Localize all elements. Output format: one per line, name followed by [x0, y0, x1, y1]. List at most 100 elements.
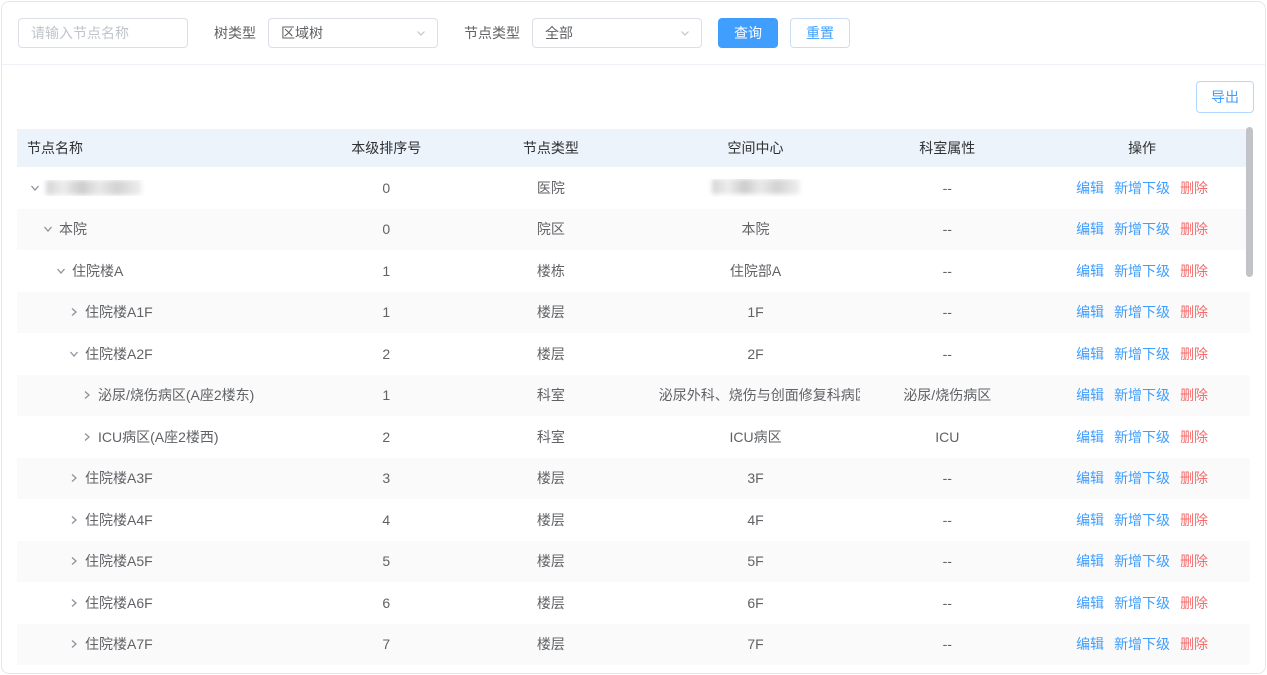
node-name-search-input[interactable] [18, 18, 188, 48]
delete-link[interactable]: 删除 [1180, 261, 1208, 281]
row-actions: 编辑 新增下级 删除 [1076, 551, 1208, 571]
row-actions: 编辑 新增下级 删除 [1076, 427, 1208, 447]
node-type-cell: 楼栋 [451, 261, 651, 281]
expand-caret-icon[interactable] [66, 512, 82, 528]
add-child-link[interactable]: 新增下级 [1114, 219, 1170, 239]
table-row: 住院楼A3F 3 楼层 3F -- 编辑 新增下级 删除 [17, 458, 1250, 500]
delete-link[interactable]: 删除 [1180, 302, 1208, 322]
edit-link[interactable]: 编辑 [1076, 178, 1104, 198]
node-name-cell: 住院楼A3F [25, 468, 314, 488]
expand-caret-icon[interactable] [40, 221, 56, 237]
edit-link[interactable]: 编辑 [1076, 510, 1104, 530]
expand-caret-icon[interactable] [53, 263, 69, 279]
search-button[interactable]: 查询 [718, 18, 778, 48]
delete-link[interactable]: 删除 [1180, 634, 1208, 654]
add-child-link[interactable]: 新增下级 [1114, 510, 1170, 530]
expand-caret-icon[interactable] [79, 387, 95, 403]
edit-link[interactable]: 编辑 [1076, 261, 1104, 281]
table-row: 住院楼A5F 5 楼层 5F -- 编辑 新增下级 删除 [17, 541, 1250, 583]
column-header-node-type: 节点类型 [451, 138, 651, 158]
table-row: 住院楼A 1 楼栋 住院部A -- 编辑 新增下级 删除 [17, 250, 1250, 292]
space-center-cell: 本院 [651, 219, 861, 239]
node-type-cell: 楼层 [451, 468, 651, 488]
dept-attr-cell: -- [860, 346, 1034, 362]
edit-link[interactable]: 编辑 [1076, 302, 1104, 322]
space-center-cell [651, 179, 861, 197]
export-button[interactable]: 导出 [1196, 81, 1254, 113]
delete-link[interactable]: 删除 [1180, 219, 1208, 239]
dept-attr-cell: -- [860, 553, 1034, 569]
delete-link[interactable]: 删除 [1180, 178, 1208, 198]
add-child-link[interactable]: 新增下级 [1114, 344, 1170, 364]
edit-link[interactable]: 编辑 [1076, 468, 1104, 488]
node-type-cell: 楼层 [451, 593, 651, 613]
edit-link[interactable]: 编辑 [1076, 219, 1104, 239]
delete-link[interactable]: 删除 [1180, 510, 1208, 530]
node-name-text: 泌尿/烧伤病区(A座2楼东) [98, 385, 254, 405]
edit-link[interactable]: 编辑 [1076, 593, 1104, 613]
vertical-scrollbar-thumb[interactable] [1246, 127, 1253, 277]
node-name-text: 住院楼A5F [85, 551, 153, 571]
node-name-text: 本院 [59, 219, 87, 239]
add-child-link[interactable]: 新增下级 [1114, 302, 1170, 322]
node-name-text: 住院楼A [72, 261, 123, 281]
node-name-cell: 住院楼A4F [25, 510, 314, 530]
expand-caret-icon[interactable] [66, 470, 82, 486]
sort-no-cell: 7 [322, 636, 451, 652]
tree-type-select[interactable]: 区域树 [268, 18, 438, 48]
node-name-text: 住院楼A6F [85, 593, 153, 613]
node-name-text: 住院楼A7F [85, 634, 153, 654]
delete-link[interactable]: 删除 [1180, 468, 1208, 488]
expand-caret-icon[interactable] [66, 553, 82, 569]
sort-no-cell: 2 [322, 346, 451, 362]
space-center-cell: 6F [651, 595, 861, 611]
space-center-cell: 2F [651, 346, 861, 362]
expand-caret-icon[interactable] [27, 180, 43, 196]
add-child-link[interactable]: 新增下级 [1114, 551, 1170, 571]
node-name-cell: 本院 [25, 219, 314, 239]
sort-no-cell: 0 [322, 221, 451, 237]
edit-link[interactable]: 编辑 [1076, 427, 1104, 447]
dept-attr-cell: -- [860, 512, 1034, 528]
column-header-space-center: 空间中心 [651, 138, 861, 158]
delete-link[interactable]: 删除 [1180, 551, 1208, 571]
expand-caret-icon[interactable] [66, 346, 82, 362]
redacted-node-name [46, 180, 142, 195]
dept-attr-cell: -- [860, 304, 1034, 320]
edit-link[interactable]: 编辑 [1076, 344, 1104, 364]
edit-link[interactable]: 编辑 [1076, 551, 1104, 571]
delete-link[interactable]: 删除 [1180, 344, 1208, 364]
add-child-link[interactable]: 新增下级 [1114, 385, 1170, 405]
expand-caret-icon[interactable] [79, 429, 95, 445]
table-header-row: 节点名称 本级排序号 节点类型 空间中心 科室属性 操作 [17, 129, 1250, 167]
row-actions: 编辑 新增下级 删除 [1076, 344, 1208, 364]
node-tree-table: 节点名称 本级排序号 节点类型 空间中心 科室属性 操作 0 医院 -- 编辑 … [17, 129, 1250, 665]
edit-link[interactable]: 编辑 [1076, 634, 1104, 654]
filter-bar: 树类型 区域树 节点类型 全部 查询 重置 [2, 2, 1265, 65]
node-type-cell: 医院 [451, 178, 651, 198]
redacted-space-center [712, 179, 800, 194]
expand-caret-icon[interactable] [66, 595, 82, 611]
add-child-link[interactable]: 新增下级 [1114, 178, 1170, 198]
dept-attr-cell: 泌尿/烧伤病区 [860, 385, 1034, 405]
delete-link[interactable]: 删除 [1180, 427, 1208, 447]
reset-button[interactable]: 重置 [790, 18, 850, 48]
delete-link[interactable]: 删除 [1180, 385, 1208, 405]
edit-link[interactable]: 编辑 [1076, 385, 1104, 405]
add-child-link[interactable]: 新增下级 [1114, 634, 1170, 654]
expand-caret-icon[interactable] [66, 304, 82, 320]
node-type-cell: 院区 [451, 219, 651, 239]
add-child-link[interactable]: 新增下级 [1114, 593, 1170, 613]
chevron-down-icon [415, 27, 427, 39]
node-type-cell: 科室 [451, 427, 651, 447]
add-child-link[interactable]: 新增下级 [1114, 427, 1170, 447]
delete-link[interactable]: 删除 [1180, 593, 1208, 613]
expand-caret-icon[interactable] [66, 636, 82, 652]
sort-no-cell: 1 [322, 304, 451, 320]
sort-no-cell: 1 [322, 387, 451, 403]
add-child-link[interactable]: 新增下级 [1114, 468, 1170, 488]
add-child-link[interactable]: 新增下级 [1114, 261, 1170, 281]
node-type-select[interactable]: 全部 [532, 18, 702, 48]
row-actions: 编辑 新增下级 删除 [1076, 634, 1208, 654]
sort-no-cell: 6 [322, 595, 451, 611]
